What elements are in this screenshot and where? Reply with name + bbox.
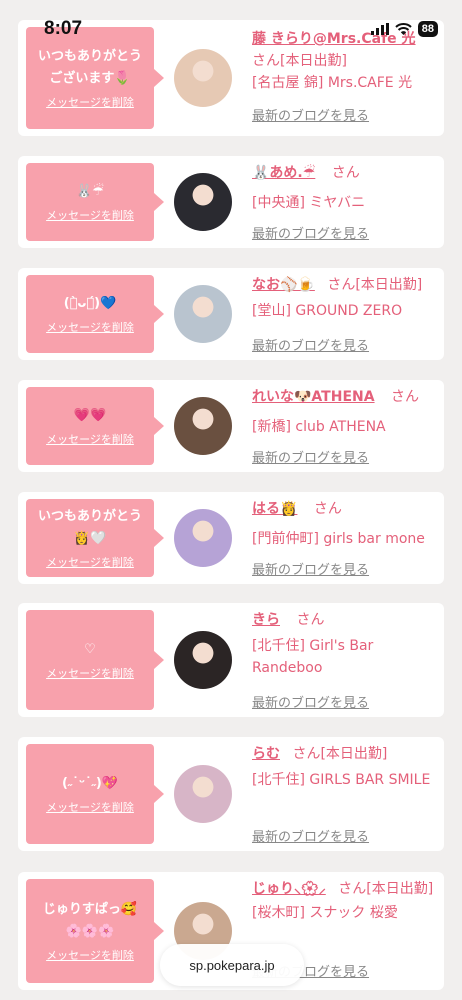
message-text: じゅりすぱっ🥰 🌸🌸🌸 — [42, 902, 138, 939]
message-bubble: ♡ メッセージを削除 — [26, 610, 164, 710]
shop-name: [堂山] GROUND ZERO — [252, 303, 403, 319]
cast-name-link[interactable]: はる👸 — [252, 501, 297, 517]
cast-name-link[interactable]: きら — [252, 612, 280, 628]
shop-name: [名古屋 錦] Mrs.CAFE 光 — [252, 75, 413, 91]
status-time: 8:07 — [44, 18, 83, 39]
blog-link[interactable]: 最新のブログを見る — [252, 829, 369, 847]
attendance-badge: [本日出勤] — [366, 881, 434, 897]
attendance-badge: [本日出勤] — [355, 277, 423, 293]
message-text: (˶˙ᵕ˙˶)💖 — [61, 776, 119, 791]
blog-link[interactable]: 最新のブログを見る — [252, 695, 369, 713]
message-bubble: (ก̀ᴗก́)💙 メッセージを削除 — [26, 275, 164, 353]
cast-info: 藤 きらり@Mrs.Cafe 光 さん[本日出勤] [名古屋 錦] Mrs.CA… — [252, 28, 438, 136]
message-bubble: 💗💗 メッセージを削除 — [26, 387, 164, 465]
message-card: (˶˙ᵕ˙˶)💖 メッセージを削除 らむ さん[本日出勤] [北千住] GIRL… — [18, 737, 444, 851]
blog-link[interactable]: 最新のブログを見る — [252, 108, 369, 126]
honorific: さん — [331, 165, 360, 181]
avatar[interactable] — [174, 173, 232, 231]
wifi-icon — [395, 23, 412, 35]
honorific: さん — [391, 389, 420, 405]
shop-name: [門前仲町] girls bar mone — [252, 531, 425, 547]
cast-name-link[interactable]: じゅり⸜🌸︎⸝‍ — [252, 881, 326, 897]
battery-icon: 88 — [417, 21, 438, 37]
message-text: いつもありがとう ございます🌷 — [37, 49, 142, 86]
message-card: いつもありがとう 👸🤍 メッセージを削除 はる👸 さん [門前仲町] girls… — [18, 492, 444, 584]
shop-name: [北千住] Girl's Bar Randeboo — [252, 638, 374, 676]
blog-link[interactable]: 最新のブログを見る — [252, 226, 369, 244]
message-text: 💗💗 — [73, 408, 107, 423]
avatar[interactable] — [174, 765, 232, 823]
message-text: 🐰☔ — [76, 184, 104, 199]
cast-name-link[interactable]: 🐰あめ.☔ — [252, 165, 315, 181]
blog-link[interactable]: 最新のブログを見る — [252, 450, 369, 468]
shop-name: [新橋] club ATHENA — [252, 419, 386, 435]
message-bubble: 🐰☔ メッセージを削除 — [26, 163, 164, 241]
cast-name-link[interactable]: れいな🐶ATHENA — [252, 389, 375, 405]
avatar[interactable] — [174, 49, 232, 107]
shop-name: [北千住] GIRLS BAR SMILE — [252, 772, 431, 788]
signal-icon — [370, 23, 389, 35]
honorific: さん — [338, 881, 367, 897]
honorific: さん — [292, 746, 321, 762]
cast-info: きら さん [北千住] Girl's Bar Randeboo 最新のブログを見… — [252, 609, 438, 717]
delete-message-link[interactable]: メッセージを削除 — [46, 949, 134, 963]
message-text: (ก̀ᴗก́)💙 — [63, 296, 117, 311]
attendance-badge: [本日出勤] — [280, 53, 347, 69]
message-bubble: (˶˙ᵕ˙˶)💖 メッセージを削除 — [26, 744, 164, 844]
delete-message-link[interactable]: メッセージを削除 — [46, 667, 134, 681]
message-bubble: じゅりすぱっ🥰 🌸🌸🌸 メッセージを削除 — [26, 879, 164, 983]
honorific: さん — [327, 277, 356, 293]
shop-name: [桜木町] スナック 桜愛 — [252, 905, 398, 921]
delete-message-link[interactable]: メッセージを削除 — [46, 433, 134, 447]
honorific: さん — [313, 501, 342, 517]
honorific: さん — [296, 612, 325, 628]
address-bar[interactable]: sp.pokepara.jp — [160, 944, 304, 986]
cast-info: れいな🐶ATHENA さん [新橋] club ATHENA 最新のブログを見る — [252, 386, 438, 472]
blog-link[interactable]: 最新のブログを見る — [252, 338, 369, 356]
honorific: さん — [252, 53, 280, 69]
shop-name: [中央通] ミヤバニ — [252, 195, 366, 211]
cast-info: はる👸 さん [門前仲町] girls bar mone 最新のブログを見る — [252, 498, 438, 584]
delete-message-link[interactable]: メッセージを削除 — [46, 96, 134, 110]
cast-name-link[interactable]: らむ — [252, 746, 280, 762]
cast-info: 🐰あめ.☔ さん [中央通] ミヤバニ 最新のブログを見る — [252, 162, 438, 248]
avatar[interactable] — [174, 631, 232, 689]
message-text: いつもありがとう 👸🤍 — [37, 509, 142, 546]
cast-info: なお⚾🍺 さん[本日出勤] [堂山] GROUND ZERO 最新のブログを見る — [252, 274, 438, 360]
delete-message-link[interactable]: メッセージを削除 — [46, 556, 134, 570]
avatar[interactable] — [174, 397, 232, 455]
message-card: ♡ メッセージを削除 きら さん [北千住] Girl's Bar Randeb… — [18, 603, 444, 717]
message-card: 🐰☔ メッセージを削除 🐰あめ.☔ さん [中央通] ミヤバニ 最新のブログを見… — [18, 156, 444, 248]
status-bar: 8:07 88 — [0, 0, 462, 44]
blog-link[interactable]: 最新のブログを見る — [252, 562, 369, 580]
message-card: 💗💗 メッセージを削除 れいな🐶ATHENA さん [新橋] club ATHE… — [18, 380, 444, 472]
message-text: ♡ — [84, 642, 96, 657]
delete-message-link[interactable]: メッセージを削除 — [46, 321, 134, 335]
delete-message-link[interactable]: メッセージを削除 — [46, 801, 134, 815]
message-card: (ก̀ᴗก́)💙 メッセージを削除 なお⚾🍺 さん[本日出勤] [堂山] GRO… — [18, 268, 444, 360]
avatar[interactable] — [174, 509, 232, 567]
message-bubble: いつもありがとう 👸🤍 メッセージを削除 — [26, 499, 164, 577]
delete-message-link[interactable]: メッセージを削除 — [46, 209, 134, 223]
status-icons: 88 — [370, 20, 438, 38]
cast-info: らむ さん[本日出勤] [北千住] GIRLS BAR SMILE 最新のブログ… — [252, 743, 438, 851]
cast-name-link[interactable]: なお⚾🍺 — [252, 277, 315, 293]
avatar[interactable] — [174, 285, 232, 343]
attendance-badge: [本日出勤] — [320, 746, 388, 762]
